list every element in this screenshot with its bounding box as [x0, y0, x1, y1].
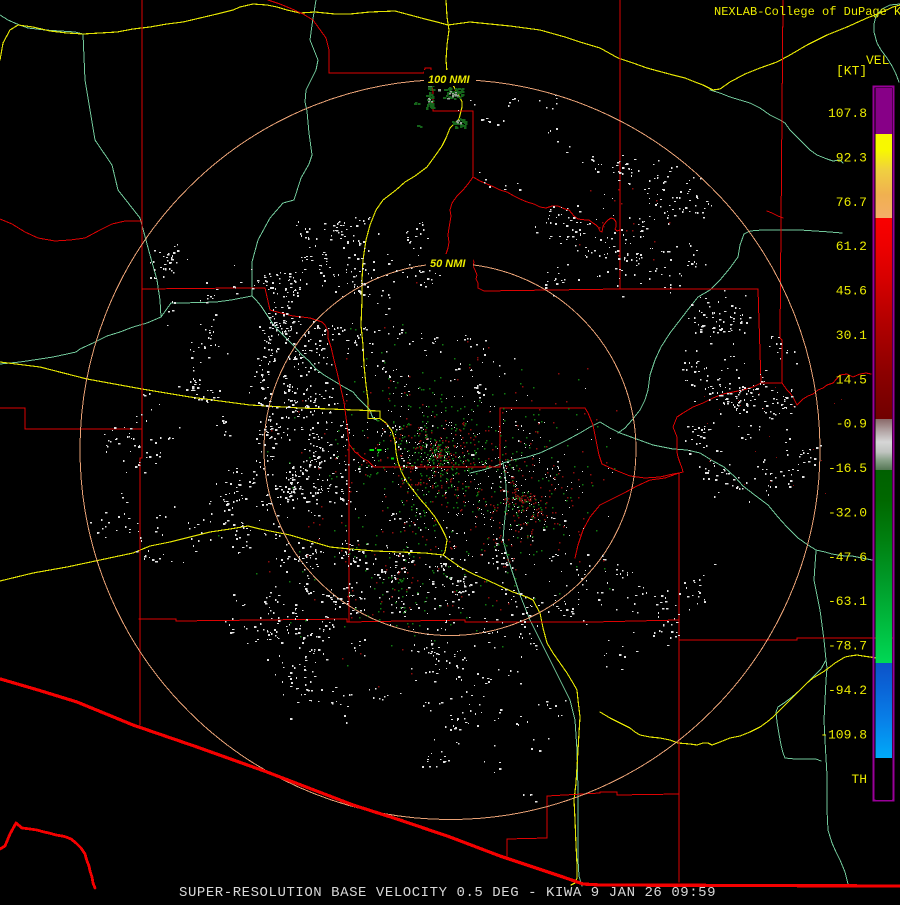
svg-text:VEL: VEL: [866, 53, 889, 68]
svg-text:-94.2: -94.2: [828, 683, 867, 698]
svg-text:-0.9: -0.9: [836, 417, 867, 432]
svg-text:-109.8: -109.8: [820, 727, 867, 742]
svg-text:61.2: 61.2: [836, 239, 867, 254]
svg-text:14.5: 14.5: [836, 372, 867, 387]
svg-text:50 NMI: 50 NMI: [430, 258, 466, 270]
svg-text:[KT]: [KT]: [836, 64, 867, 79]
svg-text:SUPER-RESOLUTION BASE VELOCITY: SUPER-RESOLUTION BASE VELOCITY 0.5 DEG -…: [179, 885, 716, 900]
svg-text:NEXLAB-College of DuPage K: NEXLAB-College of DuPage K: [714, 5, 900, 19]
svg-text:-32.0: -32.0: [828, 505, 867, 520]
svg-text:76.7: 76.7: [836, 195, 867, 210]
svg-text:-78.7: -78.7: [828, 639, 867, 654]
svg-text:45.6: 45.6: [836, 284, 867, 299]
svg-text:100 NMI: 100 NMI: [428, 74, 471, 86]
svg-text:-63.1: -63.1: [828, 594, 867, 609]
svg-text:-47.6: -47.6: [828, 550, 867, 565]
svg-text:-16.5: -16.5: [828, 461, 867, 476]
svg-text:TH: TH: [851, 772, 867, 787]
svg-text:107.8: 107.8: [828, 106, 867, 121]
svg-text:30.1: 30.1: [836, 328, 867, 343]
svg-text:92.3: 92.3: [836, 150, 867, 165]
